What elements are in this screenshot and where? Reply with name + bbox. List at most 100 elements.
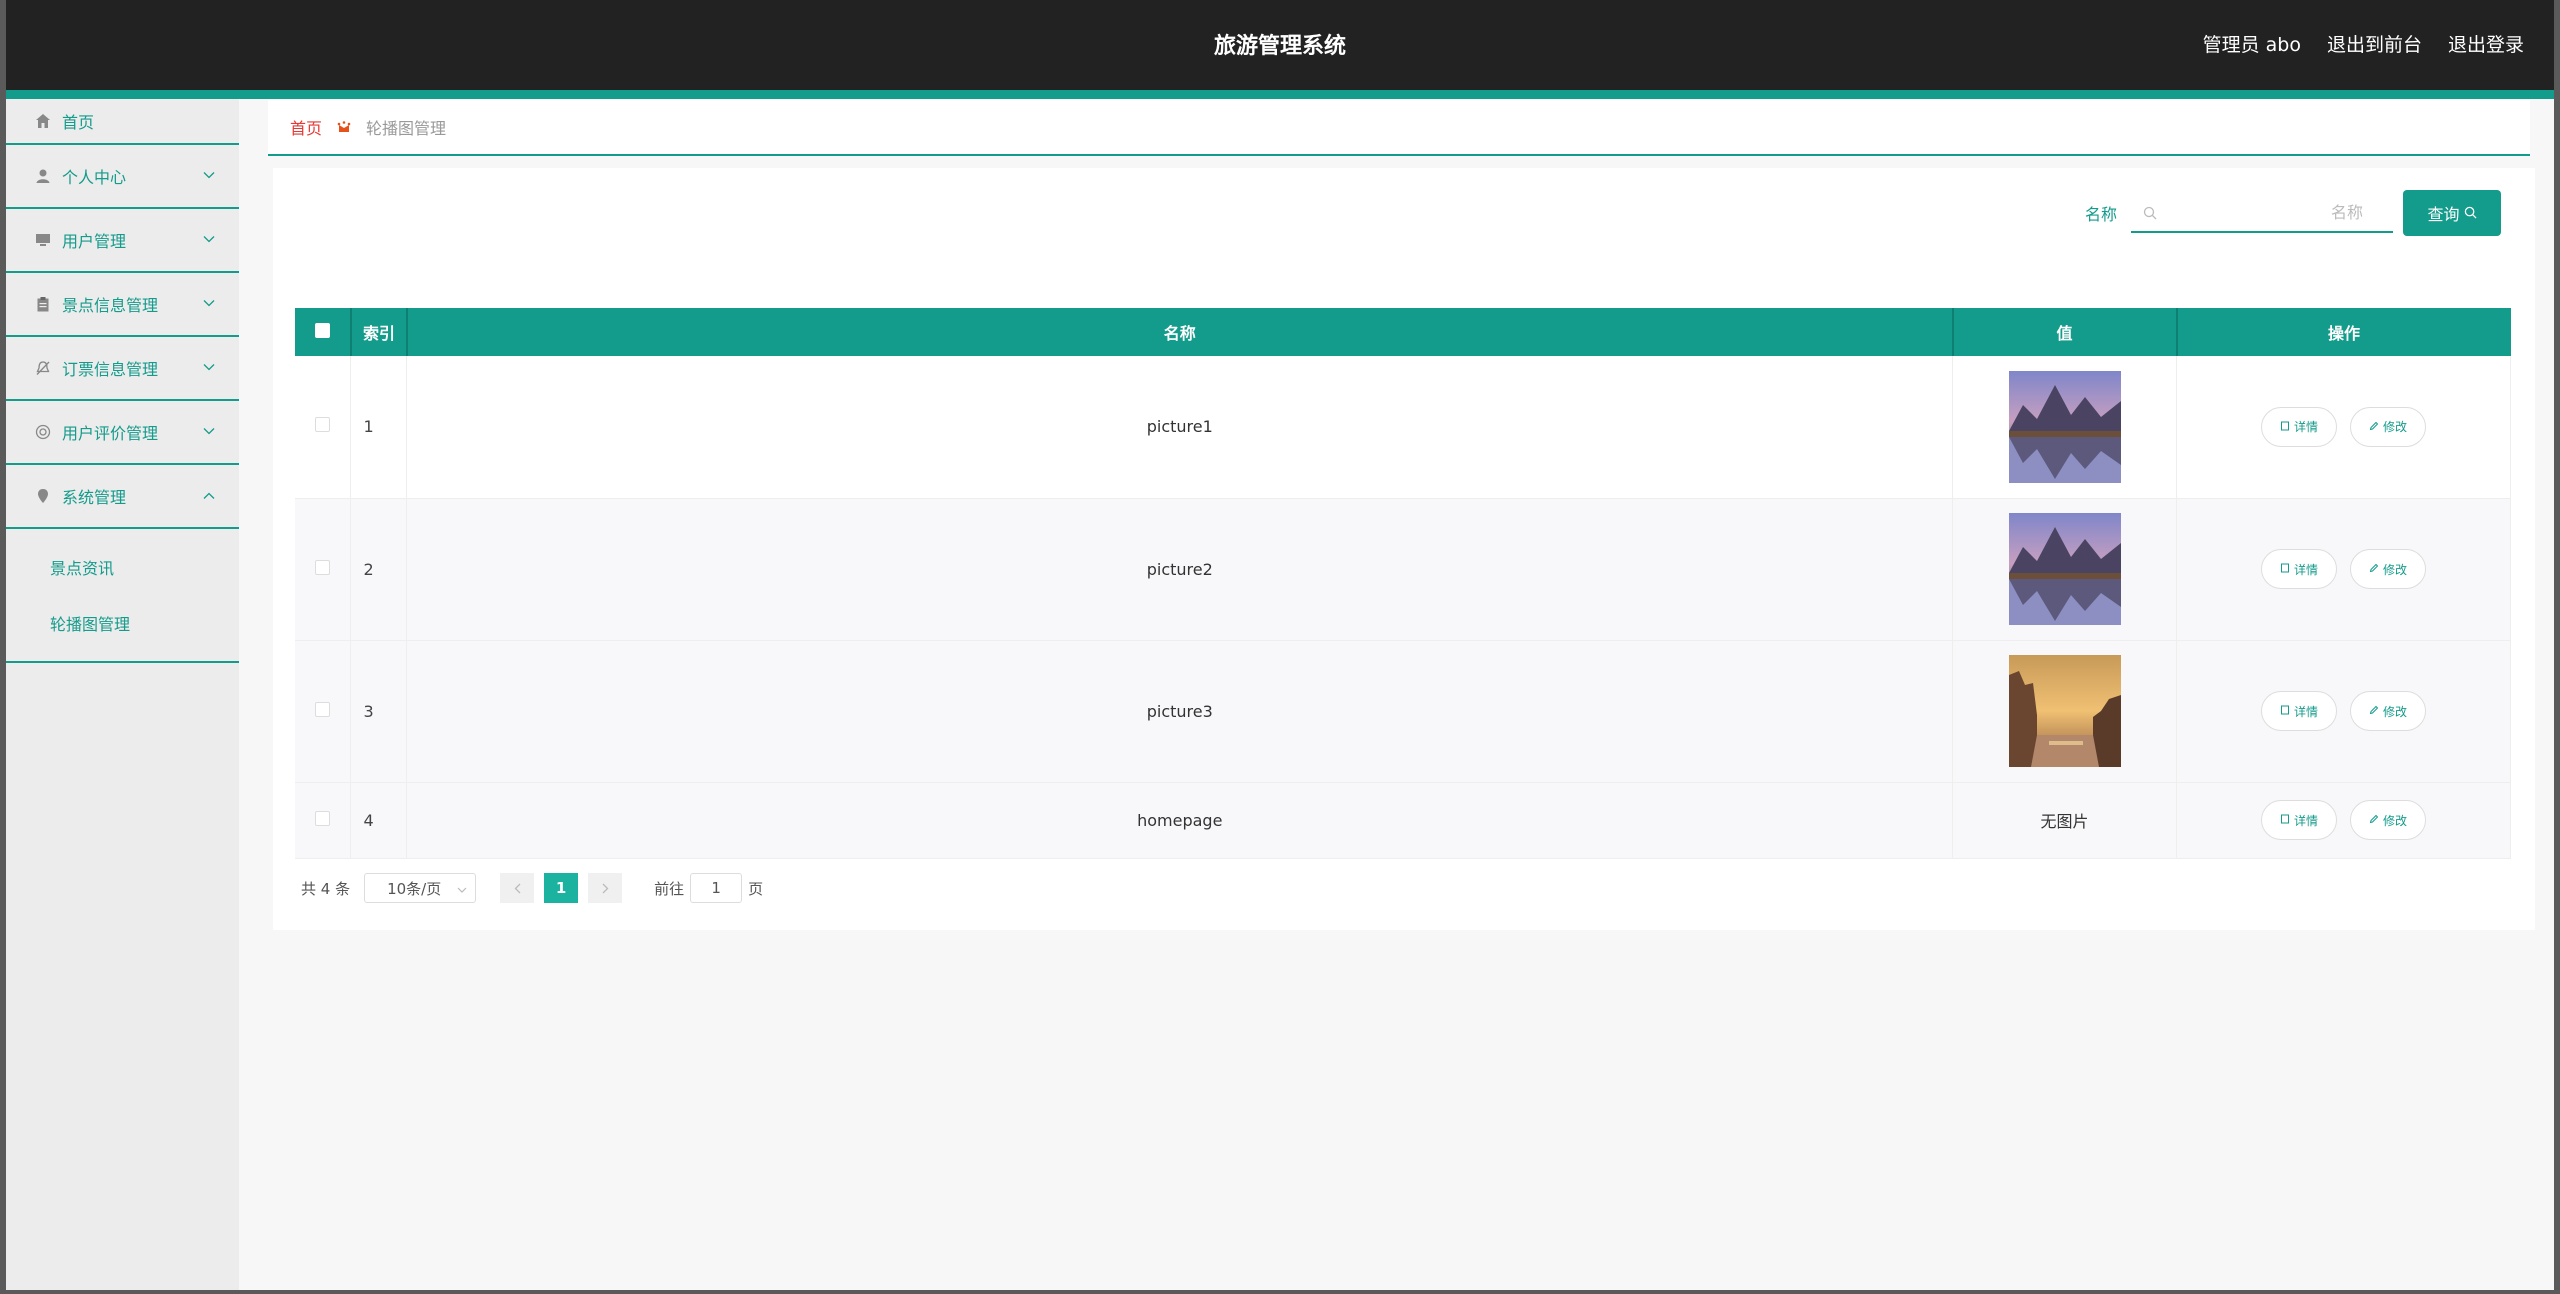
- row-checkbox-cell: [295, 498, 352, 641]
- sidebar-subitem-scenic-news[interactable]: 景点资讯: [6, 539, 239, 595]
- sidebar-item-system-management[interactable]: 系统管理: [6, 465, 239, 529]
- row-checkbox[interactable]: [315, 559, 331, 575]
- sidebar-item-personal-center[interactable]: 个人中心: [6, 145, 239, 209]
- row-index: 4: [350, 782, 408, 859]
- row-checkbox-cell: [295, 356, 352, 499]
- edit-icon: [2369, 420, 2379, 434]
- column-header-index: 索引: [350, 308, 408, 356]
- table-row: 1 picture1 详情 修改: [295, 356, 2511, 499]
- row-name: picture3: [406, 640, 1954, 783]
- document-icon: [2280, 704, 2290, 718]
- detail-button[interactable]: 详情: [2260, 549, 2337, 589]
- detail-button-label: 详情: [2293, 813, 2318, 828]
- edit-icon: [2369, 704, 2379, 718]
- mountain-lake-thumbnail[interactable]: [2008, 513, 2121, 625]
- detail-button[interactable]: 详情: [2260, 691, 2337, 731]
- total-count: 共 4 条: [301, 879, 351, 898]
- sidebar-item-label: 首页: [62, 113, 95, 132]
- sidebar-item-scenic-info[interactable]: 景点信息管理: [6, 273, 239, 337]
- goto-page-input[interactable]: 1: [690, 873, 743, 903]
- sidebar-item-user-reviews[interactable]: 用户评价管理: [6, 401, 239, 465]
- breadcrumb-home[interactable]: 首页: [290, 115, 322, 139]
- page-number-current[interactable]: 1: [544, 873, 579, 903]
- row-name: picture2: [406, 498, 1954, 641]
- search-label: 名称: [2084, 205, 2117, 224]
- system-submenu: 景点资讯 轮播图管理: [6, 529, 239, 663]
- carousel-table: 索引 名称 值 操作 1 picture1 详情 修改 2 picture2 详…: [295, 308, 2511, 859]
- sunset-canal-thumbnail[interactable]: [2008, 655, 2121, 767]
- table-row: 2 picture2 详情 修改: [295, 498, 2511, 641]
- edit-button[interactable]: 修改: [2350, 549, 2427, 589]
- row-checkbox[interactable]: [315, 417, 331, 433]
- goto-page: 前往 1 页: [654, 873, 763, 903]
- mountain-lake-thumbnail[interactable]: [2008, 370, 2121, 483]
- search-bar: 名称 查询: [2085, 190, 2501, 236]
- exit-to-front-link[interactable]: 退出到前台: [2327, 30, 2422, 57]
- pin-icon: [34, 487, 52, 505]
- monitor-icon: [34, 231, 52, 249]
- table-row: 3 picture3 详情 修改: [295, 640, 2511, 783]
- edit-button-label: 修改: [2383, 813, 2408, 828]
- column-header-name: 名称: [406, 308, 1954, 356]
- edit-button[interactable]: 修改: [2350, 691, 2427, 731]
- breadcrumb-current: 轮播图管理: [366, 119, 447, 138]
- goto-suffix: 页: [748, 879, 764, 898]
- query-button-label: 查询: [2427, 205, 2460, 224]
- document-icon: [2280, 813, 2290, 827]
- sidebar-item-label: 景点信息管理: [62, 296, 159, 315]
- sidebar-item-label: 订票信息管理: [62, 360, 159, 379]
- edit-button-label: 修改: [2383, 562, 2408, 577]
- breadcrumb-separator-icon: [336, 119, 352, 135]
- column-header-value: 值: [1952, 308, 2178, 356]
- logout-link[interactable]: 退出登录: [2448, 30, 2524, 57]
- detail-button[interactable]: 详情: [2260, 406, 2337, 447]
- next-page-button[interactable]: [588, 873, 623, 903]
- row-actions: 详情 修改: [2176, 640, 2511, 783]
- row-actions: 详情 修改: [2176, 356, 2511, 499]
- row-index: 2: [350, 498, 408, 641]
- chevron-down-icon: [203, 233, 215, 248]
- search-input[interactable]: [2131, 193, 2393, 231]
- sidebar-item-user-management[interactable]: 用户管理: [6, 209, 239, 273]
- top-header: 旅游管理系统 管理员 abo 退出到前台 退出登录: [6, 0, 2554, 90]
- sidebar: 首页 个人中心 用户管理 景点信息管理 订票信息管理 用户评价管理 系统管理 景…: [6, 99, 239, 1290]
- header-actions: 管理员 abo 退出到前台 退出登录: [2203, 30, 2524, 57]
- chevron-down-icon: [203, 297, 215, 312]
- sidebar-subitem-carousel[interactable]: 轮播图管理: [6, 595, 239, 651]
- select-all-checkbox[interactable]: [314, 322, 330, 338]
- header-accent-line: [6, 90, 2554, 99]
- row-value-cell: [1952, 498, 2178, 641]
- detail-button[interactable]: 详情: [2260, 800, 2337, 840]
- admin-label: 管理员 abo: [2202, 34, 2301, 56]
- sidebar-item-home[interactable]: 首页: [6, 99, 239, 145]
- app-title: 旅游管理系统: [1213, 34, 1346, 59]
- page-size-value: 10条/页: [387, 879, 442, 898]
- search-icon: [2143, 205, 2157, 224]
- edit-button-label: 修改: [2383, 420, 2408, 435]
- row-checkbox-cell: [295, 782, 352, 859]
- row-checkbox-cell: [295, 640, 352, 783]
- edit-button[interactable]: 修改: [2350, 800, 2427, 840]
- table-row: 4 homepage 无图片 详情 修改: [295, 782, 2511, 859]
- row-name: picture1: [406, 356, 1954, 499]
- row-value-cell: [1952, 356, 2178, 499]
- row-checkbox[interactable]: [315, 701, 331, 717]
- search-icon: [2464, 204, 2477, 223]
- query-button[interactable]: 查询: [2403, 190, 2501, 236]
- bell-icon: [34, 359, 52, 377]
- breadcrumb: 首页 轮播图管理: [268, 100, 2530, 156]
- sidebar-item-ticket-info[interactable]: 订票信息管理: [6, 337, 239, 401]
- edit-icon: [2369, 813, 2379, 827]
- row-checkbox[interactable]: [315, 810, 331, 826]
- edit-button[interactable]: 修改: [2350, 406, 2427, 447]
- chevron-up-icon: [203, 489, 215, 504]
- user-icon: [34, 167, 52, 185]
- page-size-select[interactable]: 10条/页: [364, 873, 477, 903]
- pagination: 共 4 条 10条/页 1 前往 1 页: [301, 873, 763, 903]
- row-actions: 详情 修改: [2176, 782, 2511, 859]
- prev-page-button[interactable]: [500, 873, 535, 903]
- row-name: homepage: [406, 782, 1954, 859]
- chevron-down-icon: [203, 169, 215, 184]
- sidebar-item-label: 用户评价管理: [62, 424, 159, 443]
- sidebar-item-label: 个人中心: [62, 168, 127, 187]
